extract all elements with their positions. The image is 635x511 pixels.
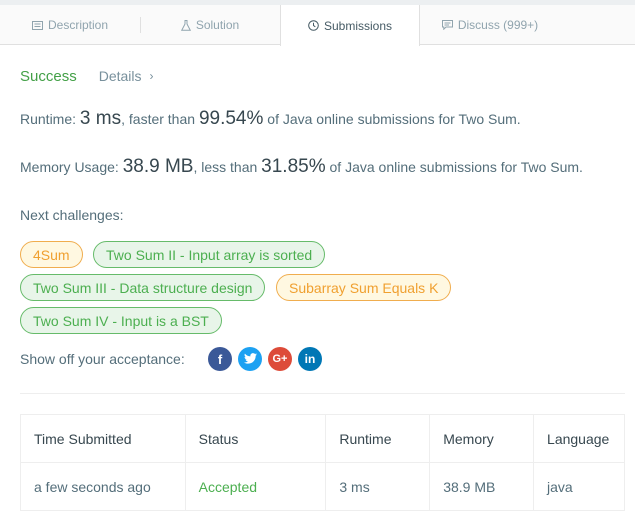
cell-time-submitted: a few seconds ago [20,462,186,511]
memory-comparison: , less than [193,159,262,175]
table-row: a few seconds ago Accepted 3 ms 38.9 MB … [20,462,625,511]
memory-suffix: of Java online submissions for Two Sum. [325,159,583,175]
document-icon [31,20,43,30]
challenge-chip-two-sum-iv[interactable]: Two Sum IV - Input is a BST [20,307,222,334]
flask-icon [180,19,191,31]
tab-discuss-label: Discuss (999+) [457,18,539,32]
runtime-comparison: , faster than [121,111,199,127]
twitter-icon [243,352,257,367]
google-plus-icon: G+ [272,353,288,365]
runtime-label: Runtime: [20,111,80,127]
memory-percentile: 31.85% [261,156,326,177]
column-header-status: Status [184,414,327,463]
challenge-chip-two-sum-iii[interactable]: Two Sum III - Data structure design [20,274,266,301]
runtime-percentile: 99.54% [198,108,264,129]
tab-description-label: Description [47,18,109,32]
challenge-chip-subarray-sum[interactable]: Subarray Sum Equals K [276,274,452,301]
share-label: Show off your acceptance: [20,351,185,367]
column-header-runtime: Runtime [325,414,431,463]
chevron-right-icon: › [149,69,154,83]
submissions-table: Time Submitted Status Runtime Memory Lan… [20,414,625,511]
tab-description[interactable]: Description [0,5,140,45]
result-status-line: Success Details › [20,68,154,85]
tab-submissions[interactable]: Submissions [280,5,420,46]
facebook-share-button[interactable]: f [208,347,232,371]
runtime-value: 3 ms [79,108,122,129]
next-challenges-label: Next challenges: [20,207,124,223]
memory-value: 38.9 MB [122,156,194,177]
google-plus-share-button[interactable]: G+ [268,347,292,371]
memory-label: Memory Usage: [20,159,123,175]
tab-solution[interactable]: Solution [140,5,280,45]
linkedin-icon: in [304,352,316,366]
challenge-chip-4sum[interactable]: 4Sum [20,241,83,268]
linkedin-share-button[interactable]: in [298,347,322,371]
cell-language: java [533,462,625,511]
column-header-language: Language [533,414,625,463]
runtime-stat: Runtime: 3 ms, faster than 99.54% of Jav… [20,108,521,130]
details-link[interactable]: Details › [99,68,154,84]
clock-icon [308,20,319,31]
cell-status-link[interactable]: Accepted [184,462,327,511]
tab-solution-label: Solution [195,18,240,32]
column-header-memory: Memory [429,414,535,463]
challenge-chip-two-sum-ii[interactable]: Two Sum II - Input array is sorted [93,241,326,268]
section-divider [20,393,625,394]
memory-stat: Memory Usage: 38.9 MB, less than 31.85% … [20,156,583,178]
problem-tabs: Description Solution Submissions Discuss… [0,5,635,46]
tab-submissions-label: Submissions [323,18,393,33]
cell-memory: 38.9 MB [429,462,535,511]
facebook-icon: f [217,351,223,367]
runtime-suffix: of Java online submissions for Two Sum. [263,111,521,127]
twitter-share-button[interactable] [238,347,262,371]
details-label: Details [98,68,142,84]
chat-icon [441,20,453,30]
column-header-time-submitted: Time Submitted [20,414,186,463]
tab-discuss[interactable]: Discuss (999+) [420,5,560,45]
table-header-row: Time Submitted Status Runtime Memory Lan… [20,414,625,463]
cell-runtime: 3 ms [325,462,431,511]
success-label: Success [20,68,77,85]
